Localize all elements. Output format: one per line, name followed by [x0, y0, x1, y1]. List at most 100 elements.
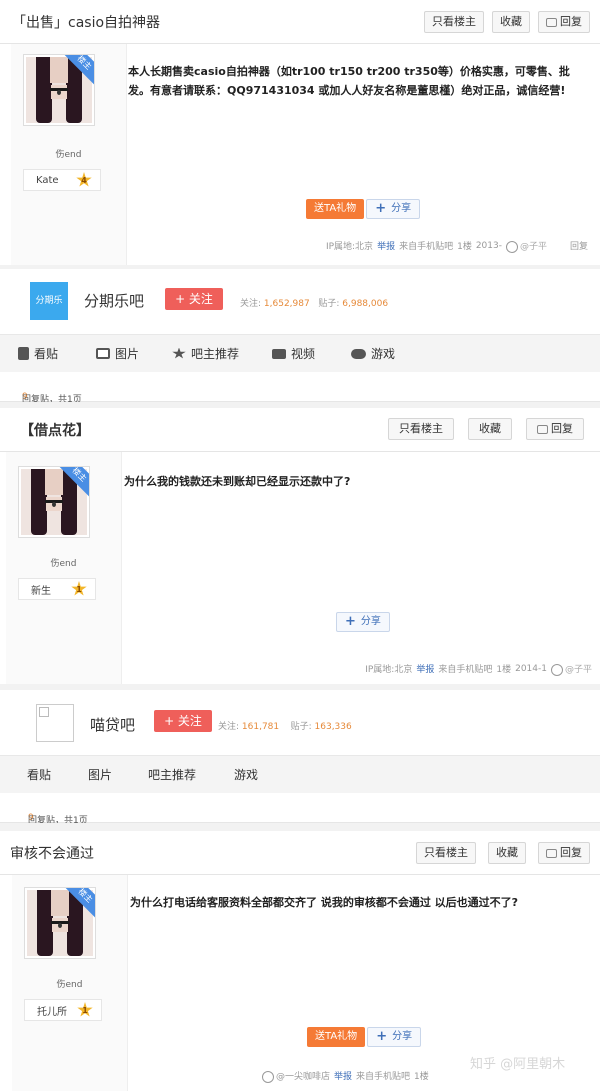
author-name[interactable]: 伤end [6, 556, 121, 569]
tab-images[interactable]: 图片 [88, 766, 112, 783]
level-name: 托儿所 [37, 1006, 67, 1018]
post-body: 楼主 伤end 新生 1 为什么我的钱款还未到账却已经显示还款中了? + 分享 I… [0, 452, 600, 684]
reply-button[interactable]: 回复 [538, 842, 590, 864]
reply-count: 9 回复贴，共1页 [0, 793, 600, 826]
report-link[interactable]: 举报 [416, 662, 434, 675]
avatar[interactable]: 楼主 [23, 54, 95, 126]
bar-logo[interactable]: 分期乐 [30, 282, 68, 320]
watermark: @子平 [550, 662, 592, 676]
plus-icon: + [345, 614, 356, 629]
tab-video[interactable]: 视频 [272, 345, 315, 362]
level-badge[interactable]: 托儿所 1 [24, 999, 102, 1021]
post-date: 2014-1 [515, 663, 547, 674]
watermark: @子平 [505, 239, 566, 253]
level-badge[interactable]: Kate 4 [23, 169, 101, 191]
only-author-button[interactable]: 只看楼主 [424, 11, 484, 33]
tab-posts[interactable]: 看贴 [18, 345, 58, 362]
reply-icon [537, 424, 548, 434]
follow-button[interactable]: + 关注 [154, 710, 212, 732]
ip-location: IP属地:北京 [325, 242, 374, 253]
bar-header-miaodai: 喵贷吧 + 关注 关注: 161,781 贴子: 163,336 [0, 690, 600, 755]
post-meta: @一尖咖啡店 举报 来自手机贴吧 1楼 [262, 1069, 429, 1083]
bar-name[interactable]: 喵贷吧 [90, 714, 135, 735]
post-actions: 送TA礼物 + 分享 [307, 1027, 422, 1047]
share-button[interactable]: + 分享 [367, 1027, 422, 1047]
post-title: 【借点花】 [20, 423, 90, 439]
level-badge[interactable]: 新生 1 [18, 578, 96, 600]
post-body: 楼主 伤end Kate 4 本人长期售卖casio自拍神器（如tr100 tr… [0, 44, 600, 265]
bar-header-fenqile: 分期乐 分期乐吧 + 关注 关注: 1,652,987 贴子: 6,988,00… [0, 269, 600, 334]
avatar[interactable]: 楼主 [24, 887, 96, 959]
author-panel: 楼主 伤end 托儿所 1 [12, 875, 128, 1091]
post-header-actions: 只看楼主 收藏 回复 [424, 11, 590, 33]
only-author-button[interactable]: 只看楼主 [388, 418, 454, 440]
post-source: 来自手机贴吧 [438, 665, 493, 676]
gift-button[interactable]: 送TA礼物 [306, 199, 365, 219]
level-star-icon: 4 [76, 172, 92, 187]
bar-nav: 看贴 图片 吧主推荐 视频 游戏 [0, 334, 600, 372]
floor-number: 1楼 [457, 242, 472, 253]
only-author-button[interactable]: 只看楼主 [416, 842, 476, 864]
post-meta: IP属地:北京 举报 来自手机贴吧 1楼 2014-1 @子平 [365, 662, 592, 676]
post-review: 审核不会通过 只看楼主 收藏 回复 楼主 伤end 托儿所 1 为什么打电话给客… [0, 831, 600, 1091]
post-jiedianhua: 【借点花】 只看楼主 收藏 回复 楼主 伤end 新生 1 为什么我的钱款还未到… [0, 408, 600, 684]
section-gap [0, 823, 600, 831]
plus-icon: + [375, 201, 387, 216]
broken-image-icon [39, 707, 49, 717]
bar-nav: 看贴 图片 吧主推荐 游戏 [0, 755, 600, 793]
post-content: 为什么打电话给客服资料全部都交齐了 说我的审核都不会通过 以后也通过不了? [130, 896, 519, 909]
level-name: 新生 [31, 585, 51, 597]
bar-stats: 关注: 1,652,987 贴子: 6,988,006 [240, 299, 389, 309]
tab-posts[interactable]: 看贴 [27, 766, 51, 783]
reply-count: 9 回复贴，共1页 [0, 372, 600, 405]
report-link[interactable]: 举报 [334, 1069, 352, 1082]
author-name[interactable]: 伤end [12, 977, 127, 990]
collect-button[interactable]: 收藏 [468, 418, 512, 440]
author-panel: 楼主 伤end 新生 1 [6, 452, 122, 684]
gamepad-icon [351, 348, 366, 359]
post-title: 「出售」casio自拍神器 [12, 15, 161, 31]
post-date: 2013- [475, 240, 502, 251]
level-name: Kate [36, 174, 59, 186]
post-source: 来自手机贴吧 [356, 1072, 411, 1083]
post-header-actions: 只看楼主 收藏 回复 [388, 418, 584, 440]
tab-games[interactable]: 游戏 [234, 766, 258, 783]
star-icon [172, 347, 186, 359]
post-actions: + 分享 [336, 612, 390, 632]
post-content: 本人长期售卖casio自拍神器（如tr100 tr150 tr200 tr350… [128, 65, 570, 97]
post-header: 审核不会通过 只看楼主 收藏 回复 [0, 831, 600, 875]
tab-recommend[interactable]: 吧主推荐 [148, 766, 196, 783]
ip-location: IP属地:北京 [365, 665, 413, 676]
share-button[interactable]: + 分享 [336, 612, 390, 632]
bar-stats: 关注: 161,781 贴子: 163,336 [218, 722, 352, 732]
post-title: 审核不会通过 [10, 846, 94, 862]
tab-images[interactable]: 图片 [96, 345, 139, 362]
report-link[interactable]: 举报 [377, 239, 395, 252]
collect-button[interactable]: 收藏 [492, 11, 530, 33]
avatar[interactable]: 楼主 [18, 466, 90, 538]
post-source: 来自手机贴吧 [399, 242, 454, 253]
reply-icon [546, 848, 557, 858]
author-name[interactable]: 伤end [11, 147, 126, 160]
image-icon [96, 348, 110, 359]
follow-button[interactable]: + 关注 [165, 288, 223, 310]
post-actions: 送TA礼物 + 分享 [306, 199, 421, 219]
gift-button[interactable]: 送TA礼物 [307, 1027, 366, 1047]
floor-number: 1楼 [496, 665, 512, 676]
reply-link[interactable]: 回复 [570, 239, 588, 252]
video-icon [272, 348, 286, 359]
post-content: 为什么我的钱款还未到账却已经显示还款中了? [124, 475, 351, 488]
tab-recommend[interactable]: 吧主推荐 [172, 345, 239, 362]
post-casio: 「出售」casio自拍神器 只看楼主 收藏 回复 楼主 伤end Kate 4 … [0, 0, 600, 265]
post-header: 「出售」casio自拍神器 只看楼主 收藏 回复 [0, 0, 600, 44]
bar-logo[interactable] [36, 704, 74, 742]
plus-icon: + [376, 1029, 388, 1044]
tab-games[interactable]: 游戏 [351, 345, 395, 362]
reply-button[interactable]: 回复 [526, 418, 584, 440]
collect-button[interactable]: 收藏 [488, 842, 526, 864]
bar-name[interactable]: 分期乐吧 [84, 290, 144, 311]
share-button[interactable]: + 分享 [366, 199, 421, 219]
reply-button[interactable]: 回复 [538, 11, 590, 33]
document-icon [18, 347, 29, 360]
watermark: @一尖咖啡店 [262, 1069, 330, 1083]
